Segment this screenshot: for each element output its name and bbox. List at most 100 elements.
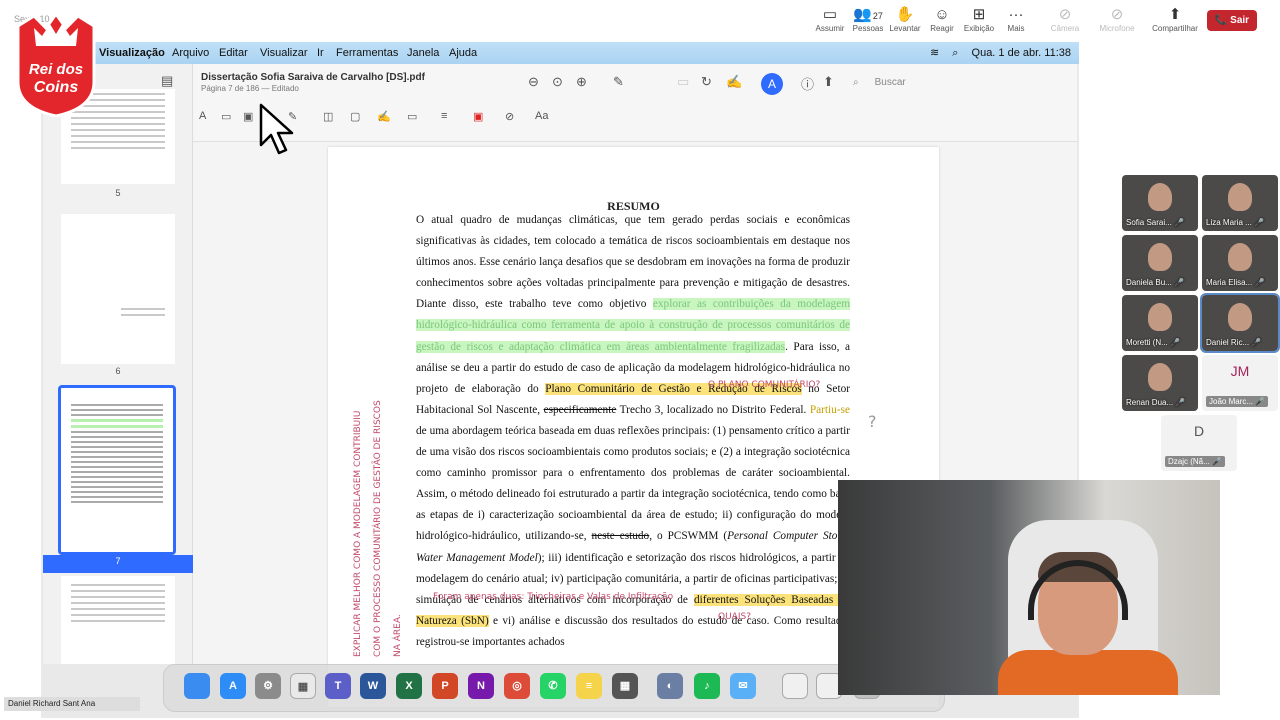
participant-tile[interactable]: Moretti (N... 🎤	[1122, 295, 1198, 351]
participant-initials: D	[1193, 423, 1205, 439]
microphone-button[interactable]: ⊘ Microfone	[1094, 6, 1140, 38]
strikethrough-text: especificamente	[543, 403, 617, 416]
clock[interactable]: Qua. 1 de abr. 11:38	[972, 47, 1071, 59]
menu-ferramentas[interactable]: Ferramentas	[336, 47, 398, 59]
participant-video	[1148, 303, 1172, 331]
preview-icon[interactable]: ◐	[657, 673, 683, 699]
participant-name: Liza Maria ... 🎤	[1206, 218, 1264, 227]
shape-tool-icon[interactable]: ◫	[323, 110, 333, 123]
share-button[interactable]: ⬆ Compartilhar	[1152, 6, 1198, 38]
launchpad-icon[interactable]: ▦	[290, 673, 316, 699]
menu-editar[interactable]: Editar	[219, 47, 248, 59]
abstract-text: O atual quadro de mudanças climáticas, q…	[416, 214, 851, 648]
markup-button[interactable]: A	[761, 73, 783, 95]
handwritten-note: Foram apenas duas: Trincheiras e Valas d…	[433, 592, 674, 602]
search-icon: ⌕	[853, 77, 859, 88]
finder-icon[interactable]	[184, 673, 210, 699]
settings-icon[interactable]: ⚙	[255, 673, 281, 699]
font-style-icon[interactable]: Aa	[535, 110, 548, 122]
meeting-toolbar: Sexta 10 ▭ Assumir 👥27 Pessoas ✋ Levantar ☺…	[0, 0, 1280, 42]
whatsapp-icon[interactable]: ✆	[540, 673, 566, 699]
strikethrough-text: neste estudo	[591, 530, 650, 543]
rotate-icon[interactable]: ↻	[701, 74, 712, 90]
participant-tile[interactable]: Renan Dua... 🎤	[1122, 355, 1198, 411]
zoom-reset-icon[interactable]: ⊙	[552, 74, 563, 90]
more-button[interactable]: ··· Mais	[993, 6, 1039, 38]
fill-color-icon[interactable]: ⊘	[505, 110, 514, 123]
participant-video	[1148, 363, 1172, 391]
marked-text: Partiu-se	[809, 403, 851, 416]
camera-button[interactable]: ⊘ Câmera	[1042, 6, 1088, 38]
signature-tool-icon[interactable]: ✍	[377, 110, 391, 123]
presenter-video	[838, 480, 1220, 695]
search-icon[interactable]: ⌕	[952, 47, 958, 59]
mouse-cursor-icon	[259, 103, 294, 155]
powerpoint-icon[interactable]: P	[432, 673, 458, 699]
text-tool-icon[interactable]: A	[199, 110, 206, 122]
menu-ir[interactable]: Ir	[317, 47, 324, 59]
calculator-icon[interactable]: ▦	[612, 673, 638, 699]
menu-arquivo[interactable]: Arquivo	[172, 47, 209, 59]
rect-select-icon[interactable]: ▭	[221, 110, 231, 123]
participant-name: Moretti (N... 🎤	[1126, 338, 1180, 347]
line-style-icon[interactable]: ≡	[441, 110, 447, 122]
mic-off-icon: ⊘	[1110, 6, 1124, 23]
spotify-icon[interactable]: ♪	[694, 673, 720, 699]
excel-icon[interactable]: X	[396, 673, 422, 699]
zoom-in-icon[interactable]: ⊕	[576, 74, 587, 90]
page-thumbnail-selected[interactable]	[58, 385, 176, 555]
note-tool-icon[interactable]: ▢	[350, 110, 360, 123]
participant-tile[interactable]: Daniel Ric... 🎤	[1200, 293, 1280, 353]
participant-tile[interactable]: Liza Maria ... 🎤	[1202, 175, 1278, 231]
border-color-icon[interactable]: ▣	[473, 110, 483, 123]
pen-icon[interactable]: ✎	[613, 74, 624, 90]
crop-icon[interactable]: ▣	[243, 110, 253, 123]
participant-tile[interactable]: Maria Elisa... 🎤	[1202, 235, 1278, 291]
share-icon: ⬆	[1168, 6, 1182, 23]
leave-button[interactable]: 📞 Sair	[1207, 10, 1257, 31]
sidebar-toggle-icon[interactable]: ▤	[161, 73, 173, 89]
participant-tile[interactable]: D Dzajc (Nã... 🎤	[1161, 415, 1237, 471]
handwritten-note: QUAIS?	[718, 612, 751, 622]
thumbnail-sidebar: 5 6 7	[43, 64, 193, 664]
participant-tile[interactable]: Daniela Bu... 🎤	[1122, 235, 1198, 291]
vertical-note-line: EXPLICAR MELHOR COMO A MODELAGEM CONTRIB…	[353, 410, 363, 657]
app-store-icon[interactable]: A	[220, 673, 246, 699]
menu-visualizar[interactable]: Visualizar	[260, 47, 308, 59]
chrome-icon[interactable]: ◎	[504, 673, 530, 699]
page-number: 6	[115, 366, 121, 376]
share-icon[interactable]: ⬆	[823, 74, 834, 90]
more-icon: ···	[1008, 6, 1024, 23]
menu-ajuda[interactable]: Ajuda	[449, 47, 477, 59]
participant-name: Daniela Bu... 🎤	[1126, 278, 1184, 287]
notes-icon[interactable]: ≡	[576, 673, 602, 699]
document-icon[interactable]	[782, 673, 808, 699]
page-tool-icon[interactable]: ▭	[407, 110, 417, 123]
wifi-icon[interactable]: ≋	[930, 47, 939, 59]
page-thumbnail[interactable]	[61, 214, 175, 364]
menu-preview[interactable]: Visualização	[99, 47, 165, 59]
participant-name: Renan Dua... 🎤	[1126, 398, 1186, 407]
presenter-name-label: Daniel Richard Sant Ana	[4, 697, 140, 711]
search-field[interactable]: ⌕ Buscar	[853, 74, 1023, 92]
mac-menubar: Visualização Arquivo Editar Visualizar I…	[41, 42, 1079, 64]
participant-name: Sofia Sarai... 🎤	[1126, 218, 1184, 227]
document-subtitle: Página 7 de 186 — Editado	[201, 84, 299, 93]
zoom-out-icon[interactable]: ⊖	[528, 74, 539, 90]
mac-dock: A ⚙ ▦ T W X P N ◎ ✆ ≡ ▦ ◐ ♪ ✉	[163, 664, 945, 712]
participant-name: João Marc... 🎤	[1206, 396, 1269, 407]
teams-icon[interactable]: T	[325, 673, 351, 699]
shapes-icon[interactable]: ▭	[677, 74, 689, 90]
sign-icon[interactable]: ✍	[726, 74, 742, 90]
handwritten-note: ?	[868, 412, 877, 431]
participant-tile[interactable]: JM João Marc... 🎤	[1202, 355, 1278, 411]
word-icon[interactable]: W	[360, 673, 386, 699]
menu-janela[interactable]: Janela	[407, 47, 439, 59]
page-thumbnail[interactable]	[61, 576, 175, 664]
channel-logo: Rei dos Coins	[12, 11, 100, 118]
info-icon[interactable]: ⓘ	[801, 74, 814, 93]
participant-tile[interactable]: Sofia Sarai... 🎤	[1122, 175, 1198, 231]
mail-icon[interactable]: ✉	[730, 673, 756, 699]
onenote-icon[interactable]: N	[468, 673, 494, 699]
participant-video	[1228, 183, 1252, 211]
